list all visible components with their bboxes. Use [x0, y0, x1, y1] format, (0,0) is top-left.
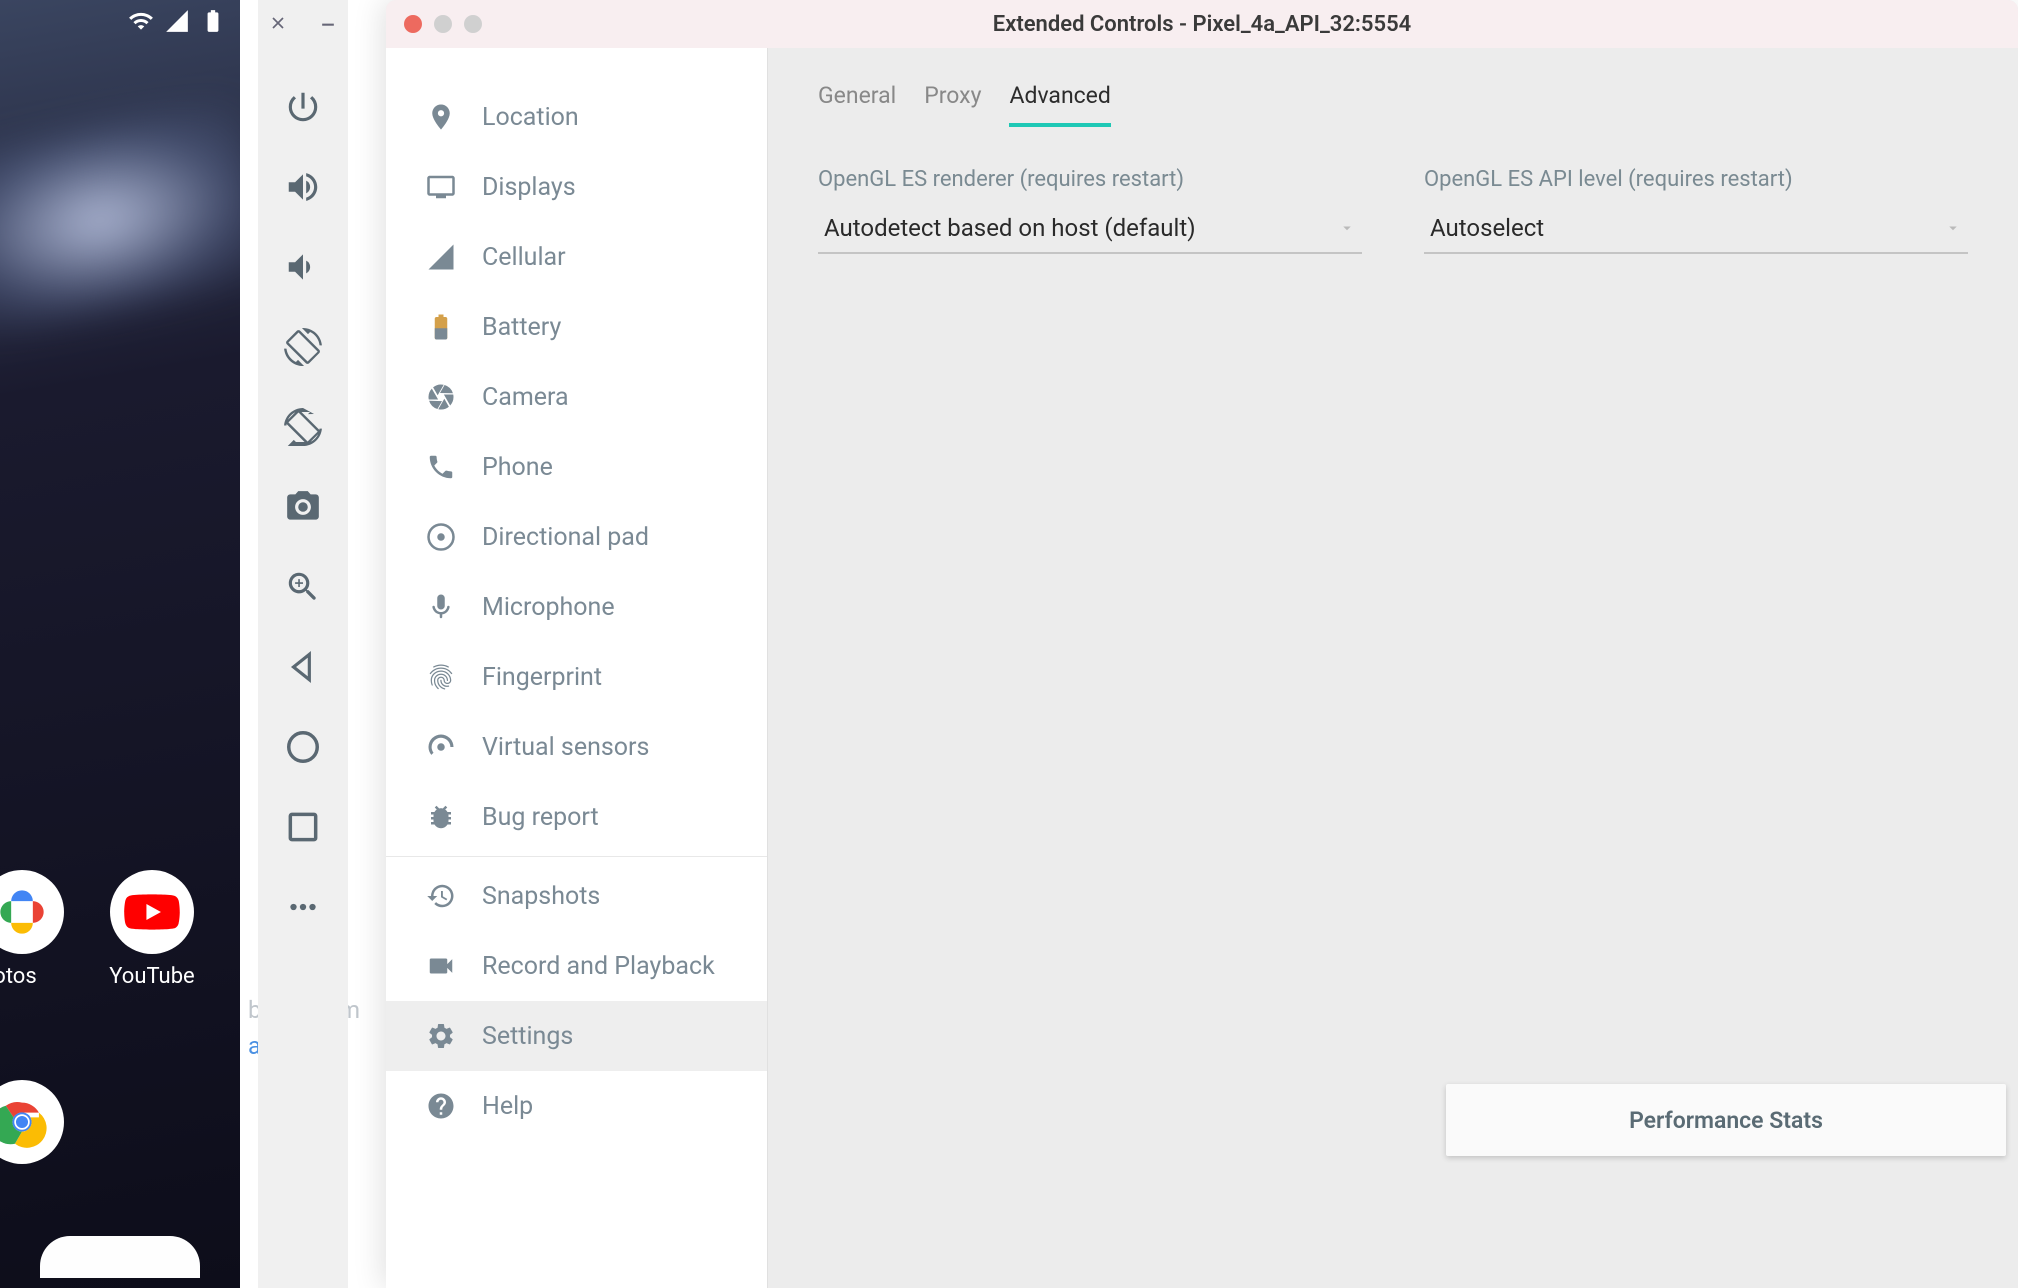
- select-renderer[interactable]: Autodetect based on host (default): [818, 204, 1362, 254]
- sidebar-label: Microphone: [482, 593, 615, 622]
- chevron-down-icon: [1944, 219, 1962, 237]
- close-button[interactable]: [267, 12, 289, 34]
- emulator-toolbar: [258, 0, 348, 1288]
- chrome-icon: [0, 1093, 51, 1151]
- camera-icon: [426, 382, 456, 412]
- tabs: General Proxy Advanced: [818, 82, 1968, 127]
- sidebar-item-bugreport[interactable]: Bug report: [386, 782, 767, 852]
- app-youtube[interactable]: [110, 870, 194, 954]
- sidebar-label: Battery: [482, 313, 561, 342]
- help-icon: [426, 1091, 456, 1121]
- rotate-left-button[interactable]: [273, 312, 333, 382]
- battery-icon: [200, 8, 226, 34]
- sidebar-item-fingerprint[interactable]: Fingerprint: [386, 642, 767, 712]
- sidebar-label: Virtual sensors: [482, 733, 649, 762]
- select-api-level[interactable]: Autoselect: [1424, 204, 1968, 254]
- sidebar-item-microphone[interactable]: Microphone: [386, 572, 767, 642]
- more-button[interactable]: [273, 872, 333, 942]
- zoom-button[interactable]: [273, 552, 333, 622]
- emulator-screen: otos YouTube: [0, 0, 240, 1288]
- window-minimize[interactable]: [434, 15, 452, 33]
- back-button[interactable]: [273, 632, 333, 702]
- sidebar-label: Help: [482, 1092, 533, 1121]
- main-pane: General Proxy Advanced OpenGL ES rendere…: [768, 48, 2018, 1288]
- phone-icon: [426, 452, 456, 482]
- location-icon: [426, 102, 456, 132]
- sidebar-label: Cellular: [482, 243, 566, 272]
- window-zoom[interactable]: [464, 15, 482, 33]
- volume-down-button[interactable]: [273, 232, 333, 302]
- minimize-button[interactable]: [317, 12, 339, 34]
- sidebar-item-battery[interactable]: Battery: [386, 292, 767, 362]
- window-title: Extended Controls - Pixel_4a_API_32:5554: [386, 12, 2018, 37]
- signal-icon: [164, 8, 190, 34]
- sidebar-item-dpad[interactable]: Directional pad: [386, 502, 767, 572]
- select-value: Autodetect based on host (default): [824, 214, 1196, 242]
- tab-advanced[interactable]: Advanced: [1009, 82, 1110, 127]
- sidebar-item-record[interactable]: Record and Playback: [386, 931, 767, 1001]
- sidebar-item-snapshots[interactable]: Snapshots: [386, 861, 767, 931]
- status-bar: [128, 8, 226, 34]
- power-button[interactable]: [273, 72, 333, 142]
- sidebar-label: Camera: [482, 383, 569, 412]
- tab-general[interactable]: General: [818, 82, 896, 127]
- fingerprint-icon: [426, 662, 456, 692]
- sidebar-item-cellular[interactable]: Cellular: [386, 222, 767, 292]
- app-photos-label: otos: [0, 964, 60, 989]
- cellular-icon: [426, 242, 456, 272]
- displays-icon: [426, 172, 456, 202]
- titlebar: Extended Controls - Pixel_4a_API_32:5554: [386, 0, 2018, 48]
- sidebar-item-location[interactable]: Location: [386, 82, 767, 152]
- app-youtube-label: YouTube: [94, 964, 210, 989]
- overview-button[interactable]: [273, 792, 333, 862]
- google-photos-icon: [0, 886, 48, 938]
- rotate-right-button[interactable]: [273, 392, 333, 462]
- sidebar: Location Displays Cellular Battery Camer…: [386, 48, 768, 1288]
- sidebar-label: Directional pad: [482, 523, 649, 552]
- youtube-icon: [123, 883, 181, 941]
- record-icon: [426, 951, 456, 981]
- chevron-down-icon: [1338, 219, 1356, 237]
- battery-icon: [426, 312, 456, 342]
- setting-label-renderer: OpenGL ES renderer (requires restart): [818, 167, 1362, 192]
- mic-icon: [426, 592, 456, 622]
- sidebar-item-phone[interactable]: Phone: [386, 432, 767, 502]
- screenshot-button[interactable]: [273, 472, 333, 542]
- sidebar-label: Record and Playback: [482, 952, 715, 981]
- settings-icon: [426, 1021, 456, 1051]
- sidebar-item-sensors[interactable]: Virtual sensors: [386, 712, 767, 782]
- tab-proxy[interactable]: Proxy: [924, 82, 981, 127]
- setting-label-api-level: OpenGL ES API level (requires restart): [1424, 167, 1968, 192]
- extended-controls-window: Extended Controls - Pixel_4a_API_32:5554…: [386, 0, 2018, 1288]
- sidebar-label: Settings: [482, 1022, 573, 1051]
- bug-icon: [426, 802, 456, 832]
- sidebar-item-displays[interactable]: Displays: [386, 152, 767, 222]
- setting-renderer: OpenGL ES renderer (requires restart) Au…: [818, 167, 1362, 254]
- sidebar-item-camera[interactable]: Camera: [386, 362, 767, 432]
- volume-up-button[interactable]: [273, 152, 333, 222]
- app-chrome[interactable]: [0, 1080, 64, 1164]
- sidebar-item-settings[interactable]: Settings: [386, 1001, 767, 1071]
- sidebar-label: Snapshots: [482, 882, 600, 911]
- sidebar-label: Location: [482, 103, 579, 132]
- sensors-icon: [426, 732, 456, 762]
- sidebar-label: Bug report: [482, 803, 599, 832]
- snapshot-icon: [426, 881, 456, 911]
- performance-stats-button[interactable]: Performance Stats: [1446, 1084, 2006, 1156]
- home-button[interactable]: [273, 712, 333, 782]
- sidebar-label: Phone: [482, 453, 553, 482]
- sidebar-label: Displays: [482, 173, 576, 202]
- app-google-photos[interactable]: [0, 870, 64, 954]
- window-close[interactable]: [404, 15, 422, 33]
- dpad-icon: [426, 522, 456, 552]
- sidebar-label: Fingerprint: [482, 663, 602, 692]
- setting-api-level: OpenGL ES API level (requires restart) A…: [1424, 167, 1968, 254]
- wallpaper-cloud: [0, 99, 240, 342]
- wifi-icon: [128, 8, 154, 34]
- home-indicator[interactable]: [40, 1236, 200, 1278]
- select-value: Autoselect: [1430, 214, 1544, 242]
- sidebar-item-help[interactable]: Help: [386, 1071, 767, 1141]
